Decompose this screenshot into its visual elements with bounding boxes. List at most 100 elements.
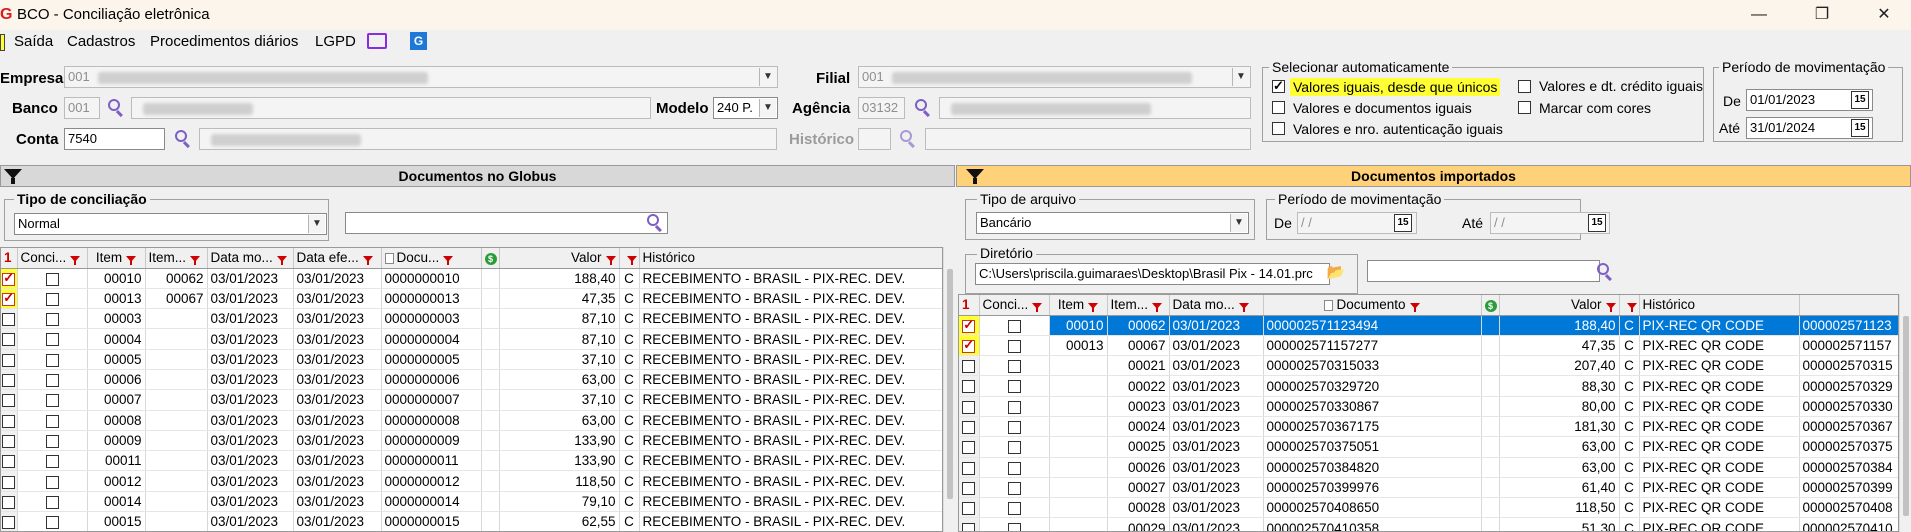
col-cd[interactable] — [619, 248, 640, 269]
row-check-icon[interactable] — [2, 516, 16, 530]
conci-checkbox[interactable] — [45, 414, 59, 428]
row-check-icon[interactable] — [2, 475, 16, 489]
col-documento[interactable]: Documento — [1263, 295, 1482, 316]
row-selector[interactable] — [1, 389, 18, 411]
row-check-icon[interactable] — [962, 400, 976, 414]
row-selector[interactable] — [1, 268, 18, 289]
auto-select-checkbox-3[interactable] — [1518, 80, 1531, 93]
conci-cell[interactable] — [17, 389, 88, 411]
row-check-icon[interactable] — [2, 495, 16, 509]
row-selector[interactable] — [959, 315, 980, 336]
search-icon[interactable] — [645, 213, 665, 233]
conci-cell[interactable] — [979, 416, 1050, 438]
col-dollar[interactable]: $ — [1481, 295, 1500, 316]
filter-icon[interactable] — [2, 166, 24, 186]
menu-saida[interactable]: Saída — [14, 33, 53, 50]
conci-checkbox[interactable] — [45, 434, 59, 448]
empresa-combo[interactable]: 001 ▼ — [64, 66, 778, 88]
col-valor[interactable]: Valor — [499, 248, 620, 269]
row-selector[interactable] — [959, 517, 980, 531]
chevron-down-icon[interactable]: ▼ — [759, 99, 776, 117]
filter-icon[interactable] — [964, 166, 986, 186]
col-item2[interactable]: Item... — [145, 248, 208, 269]
table-row[interactable]: 00022 03/01/2023 000002570329720 88,30 C PIX-… — [959, 375, 1898, 397]
tipo-arquivo-combo[interactable]: Bancário ▼ — [976, 212, 1249, 234]
conci-cell[interactable] — [979, 315, 1050, 336]
close-button[interactable]: ✕ — [1864, 4, 1904, 26]
row-check-icon[interactable] — [2, 434, 16, 448]
row-check-icon[interactable] — [2, 290, 16, 306]
historico-search-icon[interactable] — [898, 129, 918, 149]
calendar-icon[interactable]: 15 — [1851, 119, 1869, 137]
tipo-conciliacao-combo[interactable]: Normal ▼ — [14, 213, 327, 235]
row-selector[interactable] — [959, 355, 980, 377]
row-selector[interactable] — [959, 396, 980, 417]
menu-cadastros[interactable]: Cadastros — [67, 33, 135, 50]
row-selector[interactable] — [959, 375, 980, 397]
menu-lgpd[interactable]: LGPD — [315, 33, 356, 50]
conci-cell[interactable] — [17, 328, 88, 350]
row-selector[interactable] — [1, 450, 18, 472]
row-selector[interactable] — [959, 335, 980, 357]
conci-cell[interactable] — [17, 410, 88, 431]
conci-cell[interactable] — [979, 477, 1050, 499]
row-check-icon[interactable] — [962, 441, 976, 455]
col-documento[interactable]: Docu... — [381, 248, 482, 269]
maximize-button[interactable]: ❐ — [1802, 4, 1842, 26]
row-selector[interactable] — [1, 470, 18, 492]
row-check-icon[interactable] — [2, 313, 16, 327]
conci-checkbox[interactable] — [45, 333, 59, 347]
row-check-icon[interactable] — [2, 394, 16, 408]
conta-field[interactable]: 7540 — [64, 128, 165, 150]
conci-checkbox[interactable] — [45, 475, 59, 489]
col-historico[interactable]: Histórico — [1639, 295, 1800, 316]
col-historico[interactable]: Histórico — [639, 248, 942, 269]
col-order[interactable]: 1 — [1, 248, 18, 269]
conci-cell[interactable] — [979, 355, 1050, 377]
row-selector[interactable] — [1, 328, 18, 350]
table-row[interactable]: 00024 03/01/2023 000002570367175 181,30 C PIX… — [959, 416, 1898, 438]
row-check-icon[interactable] — [962, 522, 976, 531]
row-selector[interactable] — [959, 477, 980, 499]
table-row[interactable]: 00028 03/01/2023 000002570408650 118,50 C PIX… — [959, 497, 1898, 519]
row-check-icon[interactable] — [962, 380, 976, 394]
conci-checkbox[interactable] — [1007, 441, 1021, 455]
diretorio-field[interactable]: C:\Users\priscila.guimaraes\Desktop\Bras… — [975, 263, 1330, 285]
modelo-combo[interactable]: 240 P. ▼ — [713, 97, 778, 119]
conci-cell[interactable] — [979, 517, 1050, 531]
row-check-icon[interactable] — [962, 461, 976, 475]
left-scrollbar[interactable] — [943, 247, 955, 532]
conci-cell[interactable] — [17, 308, 88, 330]
row-check-icon[interactable] — [962, 317, 976, 333]
conci-cell[interactable] — [17, 268, 88, 289]
col-item[interactable]: Item — [1049, 295, 1108, 316]
chevron-down-icon[interactable]: ▼ — [1230, 214, 1247, 232]
chevron-down-icon[interactable]: ▼ — [1232, 68, 1249, 86]
table-row[interactable]: 00005 03/01/2023 03/01/2023 0000000005 37,10… — [1, 349, 942, 370]
col-extra[interactable] — [1799, 295, 1898, 316]
table-row[interactable]: 00008 03/01/2023 03/01/2023 0000000008 63,00… — [1, 410, 942, 431]
conci-checkbox[interactable] — [45, 394, 59, 408]
conci-cell[interactable] — [979, 335, 1050, 357]
row-selector[interactable] — [1, 288, 18, 310]
right-scrollbar[interactable] — [1899, 294, 1911, 532]
col-item[interactable]: Item — [87, 248, 146, 269]
col-data-efe[interactable]: Data efe... — [293, 248, 382, 269]
conci-cell[interactable] — [979, 375, 1050, 397]
table-row[interactable]: 00021 03/01/2023 000002570315033 207,40 C PIX… — [959, 355, 1898, 377]
conci-checkbox[interactable] — [45, 495, 59, 509]
minimize-button[interactable]: — — [1739, 4, 1779, 26]
left-search-input[interactable] — [345, 212, 668, 234]
row-selector[interactable] — [959, 416, 980, 438]
row-selector[interactable] — [959, 436, 980, 458]
conci-checkbox[interactable] — [1007, 400, 1021, 414]
row-selector[interactable] — [1, 308, 18, 330]
row-selector[interactable] — [1, 430, 18, 452]
conci-checkbox[interactable] — [1007, 502, 1021, 516]
filial-combo[interactable]: 001 ▼ — [858, 66, 1251, 88]
conci-checkbox[interactable] — [45, 292, 59, 306]
calendar-icon[interactable]: 15 — [1851, 91, 1869, 109]
conci-checkbox[interactable] — [45, 374, 59, 388]
conci-checkbox[interactable] — [1007, 481, 1021, 495]
row-check-icon[interactable] — [962, 360, 976, 374]
